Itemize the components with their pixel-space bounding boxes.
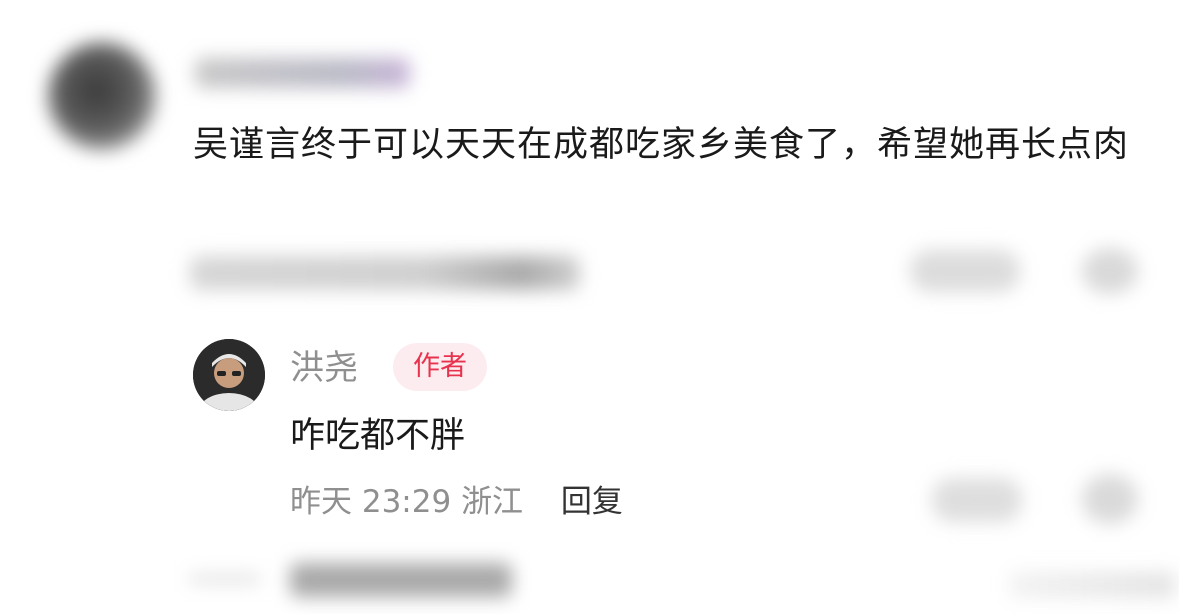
reply-meta: 昨天 23:29 浙江 回复 (290, 479, 623, 525)
reply-more-icon[interactable] (1082, 474, 1138, 524)
expand-divider (190, 576, 260, 582)
reply-time: 昨天 23:29 (290, 484, 452, 520)
expand-replies-button[interactable] (290, 563, 512, 597)
reply-avatar[interactable] (193, 339, 265, 411)
avatar-image (193, 339, 265, 411)
watermark (1010, 572, 1175, 598)
reply-like-icon[interactable] (932, 478, 1022, 522)
comment-meta (190, 256, 580, 290)
like-icon[interactable] (910, 250, 1020, 292)
commenter-avatar[interactable] (48, 42, 156, 150)
reply-username[interactable]: 洪尧 (290, 346, 358, 390)
commenter-username[interactable] (195, 58, 410, 88)
author-badge: 作者 (393, 343, 487, 391)
reply-button[interactable]: 回复 (561, 484, 623, 520)
reply-location: 浙江 (461, 484, 524, 520)
reply-text: 咋吃都不胖 (290, 416, 466, 456)
comment-text: 吴谨言终于可以天天在成都吃家乡美食了，希望她再长点肉 (193, 125, 1130, 165)
more-options-icon[interactable] (1082, 248, 1138, 294)
